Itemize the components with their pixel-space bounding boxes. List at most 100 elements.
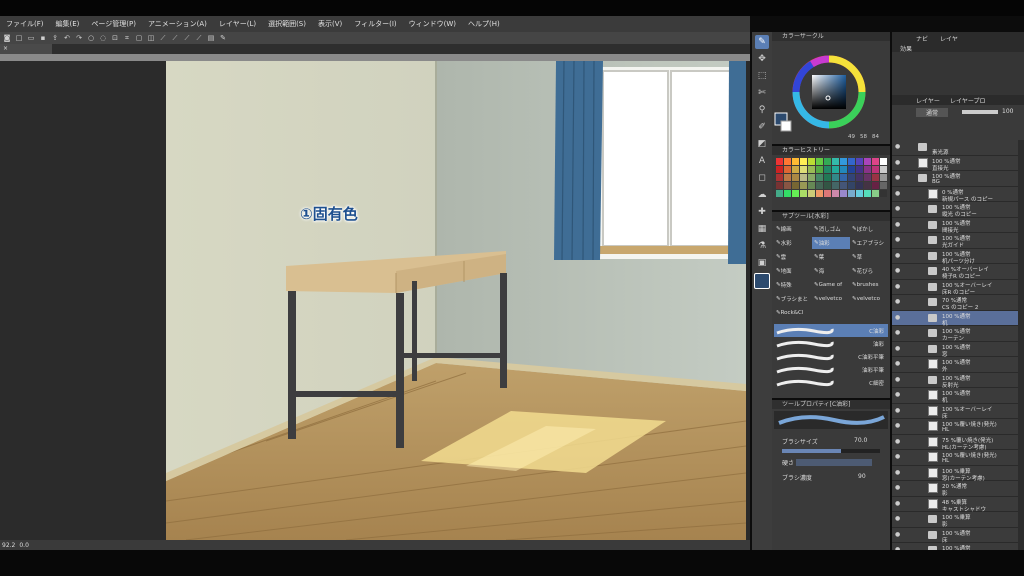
color-swatch[interactable] bbox=[848, 190, 855, 197]
layer-row[interactable]: ● 100 %乗算影 bbox=[892, 512, 1018, 528]
layer-row[interactable]: ● 100 %通常 光ガイド bbox=[892, 233, 1018, 249]
color-swatch[interactable] bbox=[824, 166, 831, 173]
color-swatch[interactable] bbox=[848, 174, 855, 181]
subtool-item[interactable]: ✎ 地面 bbox=[774, 265, 812, 277]
illustration-canvas[interactable] bbox=[166, 61, 746, 540]
redo-icon[interactable]: ↷ bbox=[74, 34, 84, 43]
layer-row[interactable]: ● 100 %通常床 bbox=[892, 527, 1018, 544]
text-tool-icon[interactable]: A bbox=[755, 154, 769, 168]
eye-icon[interactable]: ● bbox=[895, 438, 901, 445]
eye-icon[interactable]: ● bbox=[895, 330, 901, 336]
subtool-item[interactable]: ✎ 油彩 bbox=[812, 237, 850, 249]
menu-help[interactable]: ヘルプ(H) bbox=[462, 19, 506, 29]
layer-row[interactable]: ● 20 %通常影 bbox=[892, 481, 1018, 497]
subtool-item[interactable]: ✎ Game of bbox=[812, 279, 850, 291]
eye-icon[interactable]: ● bbox=[895, 469, 901, 476]
brush-preset[interactable]: 油彩 bbox=[774, 337, 888, 350]
color-swatch[interactable] bbox=[824, 158, 831, 165]
eye-icon[interactable]: ● bbox=[895, 454, 901, 460]
subtool-item[interactable]: ✎ 線画 bbox=[774, 223, 812, 235]
fill-tool-icon[interactable]: ◩ bbox=[755, 137, 769, 151]
layer-row[interactable]: ● 75 %覆い焼き(発光) HL(カーテン考慮) bbox=[892, 434, 1018, 451]
eye-icon[interactable]: ● bbox=[895, 190, 901, 197]
eyedropper-tool-icon[interactable]: ⚗ bbox=[755, 239, 769, 253]
color-swatch[interactable] bbox=[784, 190, 791, 197]
color-swatch[interactable] bbox=[784, 182, 791, 189]
color-swatch[interactable] bbox=[792, 158, 799, 165]
subtool-item[interactable] bbox=[812, 307, 850, 319]
eye-icon[interactable]: ● bbox=[895, 268, 901, 274]
color-swatch[interactable] bbox=[792, 166, 799, 173]
color-swatch[interactable] bbox=[776, 182, 783, 189]
subtool-item[interactable]: ✎ 雲 bbox=[774, 251, 812, 263]
hardness-row[interactable]: 硬さ bbox=[772, 456, 890, 469]
color-swatch[interactable] bbox=[864, 190, 871, 197]
layer-row[interactable]: ● 100 %通常机 bbox=[892, 310, 1018, 327]
color-swatch[interactable] bbox=[792, 182, 799, 189]
clear-icon[interactable]: ○ bbox=[86, 34, 96, 43]
subtool-item[interactable]: ✎ 海 bbox=[812, 265, 850, 277]
color-swatch[interactable] bbox=[880, 174, 887, 181]
tab-layer[interactable]: レイヤー bbox=[916, 96, 940, 105]
blend-mode-select[interactable]: 通常 bbox=[916, 108, 949, 117]
menu-animation[interactable]: アニメーション(A) bbox=[142, 19, 213, 29]
tab-navigator[interactable]: ナビ bbox=[916, 34, 928, 43]
layer-row[interactable]: ● 40 %オーバーレイ 椅子R のコピー bbox=[892, 264, 1018, 280]
select-tool-icon[interactable]: ⬚ bbox=[755, 69, 769, 83]
snap-ruler-icon[interactable]: ⟋ bbox=[170, 34, 180, 43]
layer-row[interactable]: ● 100 %通常机 bbox=[892, 388, 1018, 404]
subtool-item[interactable]: ✎ brushes bbox=[850, 279, 888, 291]
lasso-tool-icon[interactable]: ✄ bbox=[755, 86, 769, 100]
eye-icon[interactable]: ● bbox=[895, 299, 901, 305]
subtool-item[interactable]: ✎ 水彩 bbox=[774, 237, 812, 249]
color-swatch[interactable] bbox=[824, 182, 831, 189]
color-swatch[interactable] bbox=[792, 174, 799, 181]
layer-row[interactable]: ● 100 %覆い焼き(発光) HL bbox=[892, 450, 1018, 466]
eye-icon[interactable]: ● bbox=[895, 175, 901, 181]
eye-icon[interactable]: ● bbox=[895, 407, 901, 414]
color-wheel[interactable] bbox=[772, 41, 890, 144]
color-swatch[interactable] bbox=[872, 174, 879, 181]
undo-icon[interactable]: ↶ bbox=[62, 34, 72, 43]
color-swatch[interactable] bbox=[800, 190, 807, 197]
color-history-swatches[interactable] bbox=[772, 155, 890, 200]
eye-icon[interactable]: ● bbox=[895, 221, 901, 228]
brush-tool-icon[interactable]: ✎ bbox=[755, 35, 769, 49]
eye-icon[interactable]: ● bbox=[895, 252, 901, 259]
snap-grid-icon[interactable]: ⟋ bbox=[182, 34, 192, 43]
eye-icon[interactable]: ● bbox=[895, 516, 901, 522]
color-swatch[interactable] bbox=[872, 190, 879, 197]
eraser-tool-icon[interactable]: ◻ bbox=[755, 171, 769, 185]
color-swatch[interactable] bbox=[776, 158, 783, 165]
color-swatch[interactable] bbox=[832, 166, 839, 173]
layer-row[interactable]: ● 100 %オーバーレイ 床R のコピー bbox=[892, 279, 1018, 296]
menu-edit[interactable]: 編集(E) bbox=[50, 19, 86, 29]
color-swatch[interactable] bbox=[816, 190, 823, 197]
color-swatch[interactable] bbox=[880, 158, 887, 165]
tab-layer-property[interactable]: レイヤープロ bbox=[950, 96, 985, 105]
crop-icon[interactable]: ⌗ bbox=[122, 34, 132, 43]
frame-tool-icon[interactable]: ▣ bbox=[755, 256, 769, 270]
subtool-item[interactable]: ✎ ぼかし bbox=[850, 223, 888, 235]
color-swatch[interactable] bbox=[832, 182, 839, 189]
color-swatch[interactable] bbox=[864, 174, 871, 181]
eye-icon[interactable]: ● bbox=[895, 237, 901, 243]
gradient-tool-icon[interactable]: ▦ bbox=[755, 222, 769, 236]
color-swatch[interactable] bbox=[776, 190, 783, 197]
brush-preset[interactable]: 油彩平筆 bbox=[774, 363, 888, 376]
color-swatch[interactable] bbox=[816, 182, 823, 189]
eye-icon[interactable]: ● bbox=[895, 485, 901, 491]
color-swatch[interactable] bbox=[880, 190, 887, 197]
color-swatch[interactable] bbox=[864, 158, 871, 165]
color-swatch[interactable] bbox=[848, 182, 855, 189]
menu-view[interactable]: 表示(V) bbox=[312, 19, 348, 29]
color-swatch[interactable] bbox=[784, 158, 791, 165]
color-swatch[interactable] bbox=[832, 158, 839, 165]
eye-icon[interactable]: ● bbox=[895, 144, 901, 150]
move-tool-icon[interactable]: ✥ bbox=[755, 52, 769, 66]
color-swatch[interactable] bbox=[800, 174, 807, 181]
subtool-item[interactable]: ✎ ブラシまと bbox=[774, 293, 812, 305]
color-swatch[interactable] bbox=[824, 174, 831, 181]
menu-file[interactable]: ファイル(F) bbox=[0, 19, 50, 29]
color-swatch[interactable] bbox=[832, 190, 839, 197]
